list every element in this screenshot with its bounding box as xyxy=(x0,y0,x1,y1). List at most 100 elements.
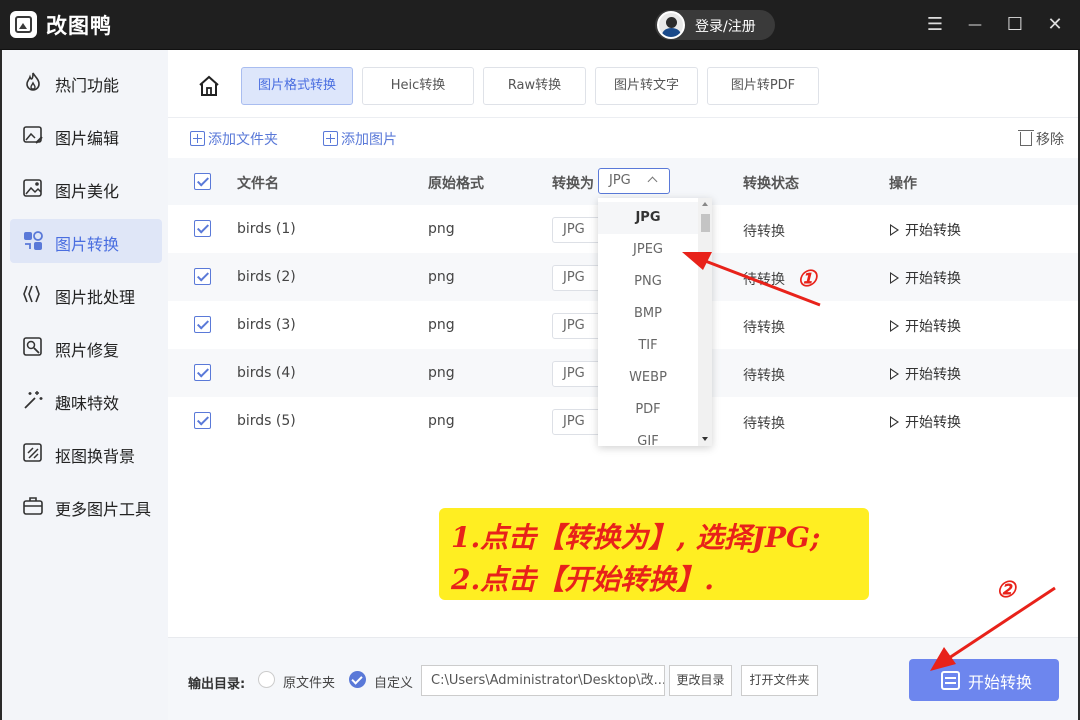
login-label: 登录/注册 xyxy=(695,19,756,35)
sidebar-item-label: 照片修复 xyxy=(55,341,120,360)
image-convert-icon xyxy=(24,231,43,250)
play-icon xyxy=(890,320,899,332)
tab-image-to-text[interactable]: 图片转文字 xyxy=(595,67,698,105)
sidebar-item-label: 图片转换 xyxy=(55,235,120,254)
sidebar-item-label: 更多图片工具 xyxy=(55,500,152,519)
row-filename: birds (2) xyxy=(237,269,296,285)
row-start-button[interactable]: 开始转换 xyxy=(890,364,961,384)
sidebar-item-cutout[interactable]: 抠图换背景 xyxy=(10,431,162,475)
row-start-button[interactable]: 开始转换 xyxy=(890,316,961,336)
select-all-checkbox[interactable] xyxy=(194,173,211,190)
scroll-down-icon[interactable] xyxy=(702,437,708,441)
trash-icon xyxy=(1018,130,1034,146)
fire-icon xyxy=(26,72,40,91)
maximize-icon[interactable]: ☐ xyxy=(1002,12,1028,38)
annotation-marker-2: ② xyxy=(996,577,1016,603)
tab-format-convert[interactable]: 图片格式转换 xyxy=(241,67,353,105)
login-button[interactable]: 登录/注册 xyxy=(655,10,775,40)
row-format: png xyxy=(428,269,455,285)
dropdown-option-png[interactable]: PNG xyxy=(598,266,698,298)
sidebar-item-label: 图片编辑 xyxy=(55,129,120,148)
sidebar-item-edit[interactable]: 图片编辑 xyxy=(10,113,162,157)
toolbox-icon xyxy=(23,497,43,515)
sidebar: 热门功能 图片编辑 图片美化 图片转换 图片批处理 照片修复 趣味特效 抠图换背… xyxy=(0,50,168,720)
header-status: 转换状态 xyxy=(743,176,799,192)
sidebar-item-batch[interactable]: 图片批处理 xyxy=(10,272,162,316)
change-dir-button[interactable]: 更改目录 xyxy=(669,665,732,696)
row-start-button[interactable]: 开始转换 xyxy=(890,412,961,432)
open-folder-button[interactable]: 打开文件夹 xyxy=(741,665,818,696)
sidebar-item-repair[interactable]: 照片修复 xyxy=(10,325,162,369)
image-edit-icon xyxy=(23,126,43,144)
row-status: 待转换 xyxy=(743,224,785,240)
play-icon xyxy=(890,272,899,284)
minimize-icon[interactable]: — xyxy=(962,12,988,38)
radio-custom[interactable] xyxy=(349,671,366,688)
plus-icon xyxy=(190,131,205,146)
header-convert-to: 转换为 xyxy=(552,176,594,192)
home-icon[interactable] xyxy=(198,75,220,97)
sidebar-item-label: 趣味特效 xyxy=(55,394,120,413)
row-status: 待转换 xyxy=(743,320,785,336)
app-logo-icon xyxy=(10,11,37,38)
row-action-label: 开始转换 xyxy=(905,415,961,431)
row-checkbox[interactable] xyxy=(194,316,211,333)
output-path-field[interactable]: C:\Users\Administrator\Desktop\改... xyxy=(421,665,665,696)
header-action: 操作 xyxy=(889,176,917,192)
dropdown-option-gif[interactable]: GIF xyxy=(598,426,698,446)
add-folder-button[interactable]: 添加文件夹 xyxy=(190,129,278,149)
close-icon[interactable]: ✕ xyxy=(1042,12,1068,38)
convert-icon xyxy=(941,671,960,690)
tab-raw[interactable]: Raw转换 xyxy=(483,67,586,105)
dropdown-scrollbar[interactable] xyxy=(698,198,712,446)
add-image-button[interactable]: 添加图片 xyxy=(323,129,397,149)
sidebar-item-beauty[interactable]: 图片美化 xyxy=(10,166,162,210)
dropdown-option-tif[interactable]: TIF xyxy=(598,330,698,362)
output-bar: 输出目录: 原文件夹 自定义 C:\Users\Administrator\De… xyxy=(168,637,1078,720)
tab-bar: 图片格式转换 Heic转换 Raw转换 图片转文字 图片转PDF xyxy=(168,50,1078,118)
radio-custom-label: 自定义 xyxy=(374,676,414,691)
menu-icon[interactable]: ☰ xyxy=(922,12,948,38)
row-start-button[interactable]: 开始转换 xyxy=(890,268,961,288)
output-dir-label: 输出目录: xyxy=(188,677,246,692)
sidebar-item-more-tools[interactable]: 更多图片工具 xyxy=(10,484,162,528)
start-convert-button[interactable]: 开始转换 xyxy=(909,659,1059,701)
row-start-button[interactable]: 开始转换 xyxy=(890,220,961,240)
app-title: 改图鸭 xyxy=(46,14,112,38)
file-toolbar: 添加文件夹 添加图片 移除 xyxy=(168,118,1078,158)
tab-image-to-pdf[interactable]: 图片转PDF xyxy=(707,67,819,105)
row-checkbox[interactable] xyxy=(194,412,211,429)
tab-heic[interactable]: Heic转换 xyxy=(362,67,474,105)
sidebar-item-label: 抠图换背景 xyxy=(55,447,136,466)
instruction-line-2: 2.点击【开始转换】. xyxy=(451,563,714,596)
dropdown-option-jpg[interactable]: JPG xyxy=(598,202,698,234)
row-status: 待转换 xyxy=(743,272,785,288)
remove-button[interactable]: 移除 xyxy=(1018,129,1064,149)
row-checkbox[interactable] xyxy=(194,220,211,237)
photo-repair-icon xyxy=(23,337,42,356)
scrollbar-thumb[interactable] xyxy=(701,214,710,232)
row-checkbox[interactable] xyxy=(194,268,211,285)
sidebar-item-convert[interactable]: 图片转换 xyxy=(10,219,162,263)
row-filename: birds (5) xyxy=(237,413,296,429)
magic-icon xyxy=(24,391,43,409)
dropdown-option-jpeg[interactable]: JPEG xyxy=(598,234,698,266)
batch-icon xyxy=(23,285,40,303)
row-format: png xyxy=(428,413,455,429)
row-action-label: 开始转换 xyxy=(905,271,961,287)
convert-to-select[interactable]: JPG xyxy=(598,168,670,194)
row-filename: birds (4) xyxy=(237,365,296,381)
radio-original-folder[interactable] xyxy=(258,671,275,688)
dropdown-option-pdf[interactable]: PDF xyxy=(598,394,698,426)
sidebar-item-label: 图片批处理 xyxy=(55,288,136,307)
dropdown-option-webp[interactable]: WEBP xyxy=(598,362,698,394)
dropdown-option-bmp[interactable]: BMP xyxy=(598,298,698,330)
sidebar-item-hot[interactable]: 热门功能 xyxy=(10,60,162,104)
scroll-up-icon[interactable] xyxy=(702,202,708,206)
play-icon xyxy=(890,368,899,380)
sidebar-item-effects[interactable]: 趣味特效 xyxy=(10,378,162,422)
row-action-label: 开始转换 xyxy=(905,367,961,383)
radio-original-label: 原文件夹 xyxy=(283,676,336,691)
add-folder-label: 添加文件夹 xyxy=(208,132,278,148)
row-checkbox[interactable] xyxy=(194,364,211,381)
